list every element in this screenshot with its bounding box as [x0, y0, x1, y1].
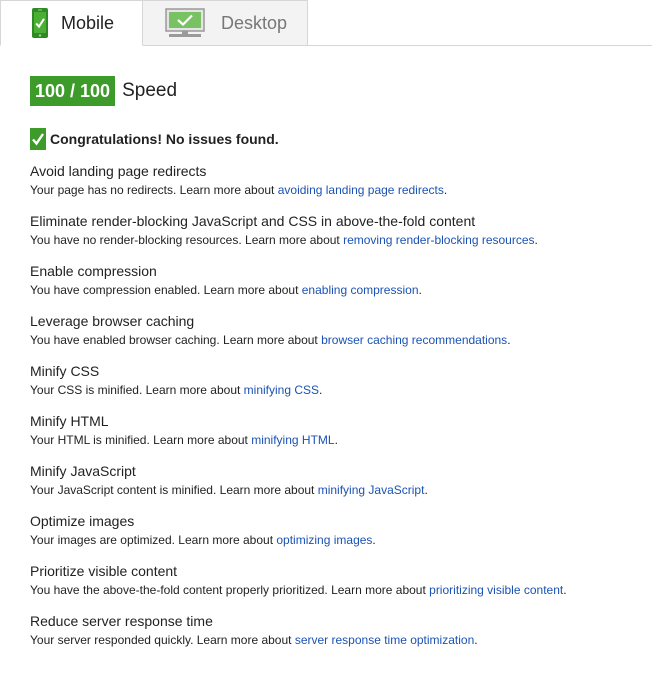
rule-item: Minify HTML Your HTML is minified. Learn… — [30, 412, 645, 462]
rule-title: Avoid landing page redirects — [30, 163, 207, 179]
rule-description-text: Your page has no redirects. Learn more a… — [30, 183, 278, 197]
rule-description: Your server responded quickly. Learn mor… — [30, 632, 645, 649]
rule-title: Enable compression — [30, 263, 157, 279]
rule-description-text: You have enabled browser caching. Learn … — [30, 333, 322, 347]
rule-title: Eliminate render-blocking JavaScript and… — [30, 213, 476, 229]
rule-item: Leverage browser caching You have enable… — [30, 312, 645, 362]
desktop-monitor-icon — [165, 8, 205, 37]
rule-description: Your images are optimized. Learn more ab… — [30, 532, 645, 549]
rule-link[interactable]: minifying JavaScript — [318, 483, 425, 497]
rule-item: Prioritize visible content You have the … — [30, 562, 645, 612]
rule-description-text: Your images are optimized. Learn more ab… — [30, 533, 277, 547]
rule-description-end: . — [443, 183, 448, 197]
rule-description-end: . — [334, 433, 338, 447]
device-tabs: Mobile Desktop — [0, 0, 652, 46]
rule-description-end: . — [534, 233, 538, 247]
rule-description-text: Your server responded quickly. Learn mor… — [30, 633, 295, 647]
rule-description-end: . — [372, 533, 376, 547]
rule-title: Optimize images — [30, 513, 135, 529]
rule-description-end: . — [507, 333, 511, 347]
tab-desktop-label: Desktop — [221, 12, 288, 33]
rule-link[interactable]: server response time optimization — [295, 633, 474, 647]
rule-link[interactable]: optimizing images — [276, 533, 372, 547]
congrats-text: Congratulations! No issues found. — [50, 131, 279, 147]
rule-item: Minify CSS Your CSS is minified. Learn m… — [30, 362, 645, 412]
mobile-phone-icon — [32, 8, 48, 38]
rule-item: Reduce server response time Your server … — [30, 612, 645, 662]
tab-mobile[interactable]: Mobile — [0, 0, 143, 46]
rule-title: Prioritize visible content — [30, 563, 178, 579]
rule-link[interactable]: minifying CSS — [244, 383, 319, 397]
score-badge: 100 / 100 — [30, 76, 116, 106]
congrats-message: Congratulations! No issues found. — [30, 128, 279, 150]
rule-description: Your CSS is minified. Learn more about m… — [30, 382, 645, 399]
tab-desktop[interactable]: Desktop — [143, 0, 308, 46]
rule-link[interactable]: avoiding landing page redirects — [278, 183, 444, 197]
speed-score: 100 / 100 Speed — [30, 76, 177, 106]
rule-title: Minify CSS — [30, 363, 100, 379]
score-label: Speed — [122, 80, 178, 101]
rule-description: You have no render-blocking resources. L… — [30, 232, 645, 249]
rule-description: Your JavaScript content is minified. Lea… — [30, 482, 645, 499]
rule-description: You have the above-the-fold content prop… — [30, 582, 645, 599]
rules-list: Avoid landing page redirects Your page h… — [30, 162, 645, 662]
tab-mobile-label: Mobile — [61, 12, 115, 33]
rule-description-text: Your CSS is minified. Learn more about — [30, 383, 244, 397]
checkmark-icon — [30, 128, 46, 150]
rule-description-text: Your JavaScript content is minified. Lea… — [30, 483, 318, 497]
rule-description-end: . — [418, 283, 422, 297]
rule-title: Leverage browser caching — [30, 313, 195, 329]
rule-description: Your page has no redirects. Learn more a… — [30, 182, 645, 199]
rule-description-text: You have the above-the-fold content prop… — [30, 583, 430, 597]
rule-title: Minify JavaScript — [30, 463, 136, 479]
rule-description-text: Your HTML is minified. Learn more about — [30, 433, 252, 447]
rule-link[interactable]: removing render-blocking resources — [343, 233, 534, 247]
rule-title: Reduce server response time — [30, 613, 213, 629]
rule-link[interactable]: enabling compression — [302, 283, 419, 297]
rule-item: Enable compression You have compression … — [30, 262, 645, 312]
rule-description: Your HTML is minified. Learn more about … — [30, 432, 645, 449]
rule-title: Minify HTML — [30, 413, 109, 429]
rule-description-text: You have no render-blocking resources. L… — [30, 233, 344, 247]
rule-link[interactable]: minifying HTML — [251, 433, 334, 447]
rule-description-end: . — [424, 483, 428, 497]
rule-description-end: . — [563, 583, 567, 597]
rule-description: You have compression enabled. Learn more… — [30, 282, 645, 299]
rule-item: Eliminate render-blocking JavaScript and… — [30, 212, 645, 262]
rule-description: You have enabled browser caching. Learn … — [30, 332, 645, 349]
rule-item: Optimize images Your images are optimize… — [30, 512, 645, 562]
rule-link[interactable]: browser caching recommendations — [321, 333, 507, 347]
rule-description-text: You have compression enabled. Learn more… — [30, 283, 302, 297]
rule-description-end: . — [474, 633, 478, 647]
rule-description-end: . — [319, 383, 323, 397]
rule-item: Minify JavaScript Your JavaScript conten… — [30, 462, 645, 512]
rule-link[interactable]: prioritizing visible content — [429, 583, 563, 597]
rule-item: Avoid landing page redirects Your page h… — [30, 162, 645, 212]
